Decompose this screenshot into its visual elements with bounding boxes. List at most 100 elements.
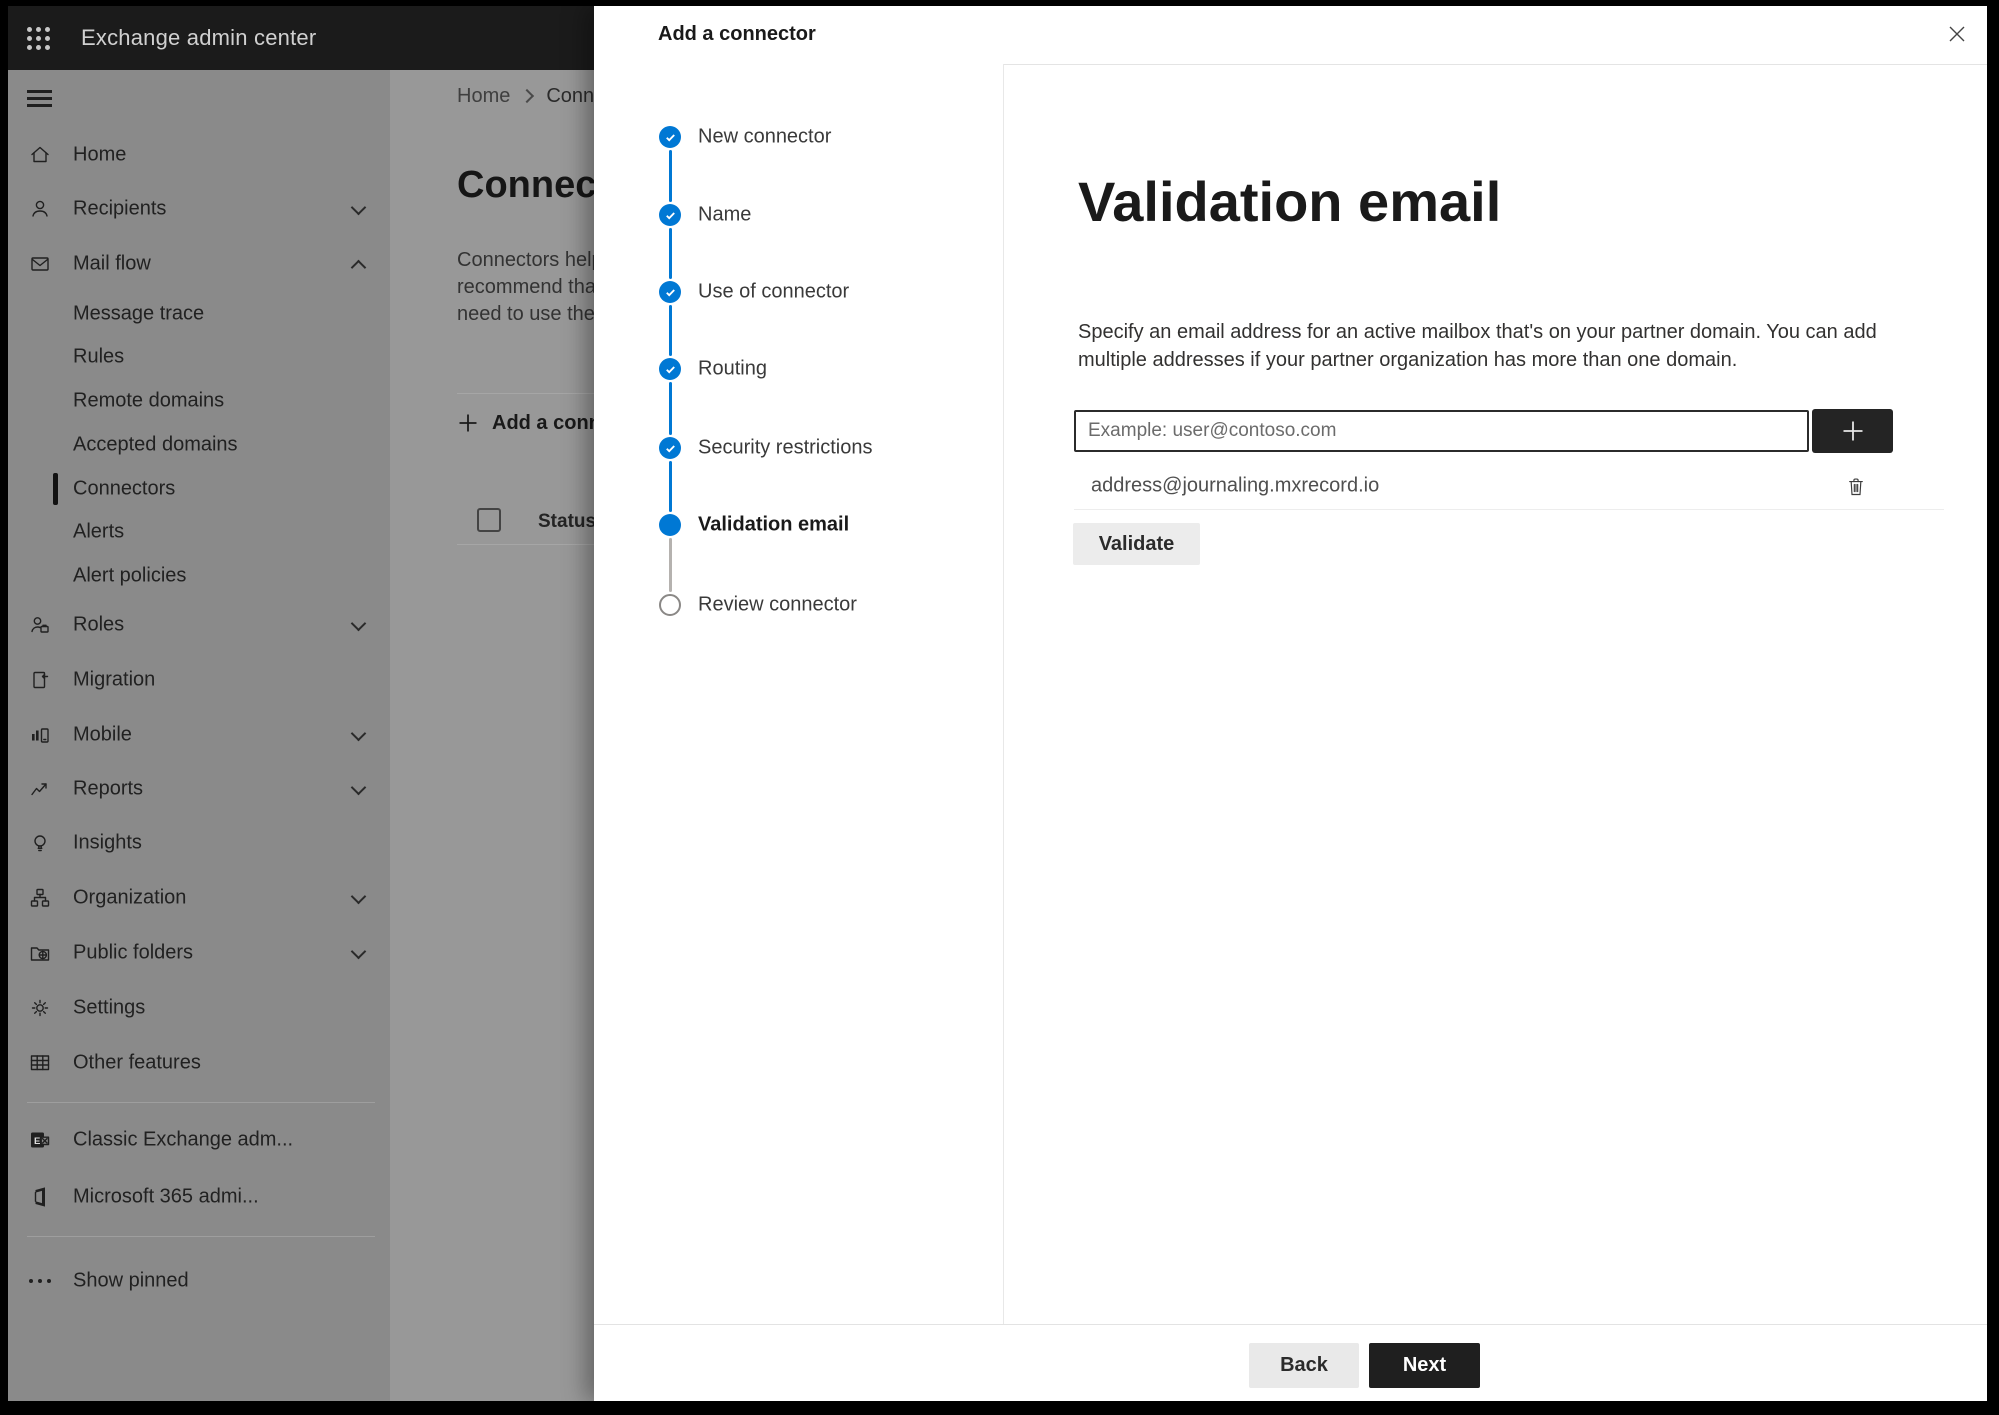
sidebar-item-reports[interactable]: Reports [8, 769, 390, 809]
select-all-checkbox[interactable] [477, 508, 501, 532]
sidebar-item-message-trace[interactable]: Message trace [8, 294, 390, 334]
svg-text:E: E [34, 1136, 40, 1147]
step-label: Routing [698, 357, 767, 380]
wizard-step-name[interactable]: Name [594, 201, 1003, 229]
validate-button[interactable]: Validate [1073, 523, 1200, 565]
sidebar-item-roles[interactable]: Roles [8, 605, 390, 645]
wizard-step-new-connector[interactable]: New connector [594, 123, 1003, 151]
breadcrumb: Home Conne [457, 82, 594, 110]
wizard-step-validation-email[interactable]: Validation email [594, 511, 1003, 539]
add-email-button[interactable] [1812, 409, 1893, 453]
sidebar-item-rules[interactable]: Rules [8, 337, 390, 377]
sidebar-divider [27, 1236, 375, 1237]
step-completed-icon [659, 437, 681, 459]
step-label: Use of connector [698, 280, 850, 303]
sidebar-item-migration[interactable]: Migration [8, 660, 390, 700]
hamburger-menu-icon[interactable] [27, 90, 52, 107]
step-completed-icon [659, 281, 681, 303]
top-app-bar: Exchange admin center [8, 6, 594, 70]
wizard-step-use-of-connector[interactable]: Use of connector [594, 278, 1003, 306]
sidebar-item-accepted-domains[interactable]: Accepted domains [8, 425, 390, 465]
envelope-icon [27, 251, 53, 277]
sidebar-item-home[interactable]: Home [8, 135, 390, 175]
connectors-page-background: Home Conne Connec Connectors help recomm… [390, 70, 594, 1401]
person-icon [27, 196, 53, 222]
sidebar-item-label: Classic Exchange adm... [73, 1128, 294, 1151]
home-icon [27, 142, 53, 168]
exchange-admin-window: Exchange admin center Home Recipients Ma… [8, 6, 1987, 1401]
close-button[interactable] [1942, 19, 1972, 49]
step-completed-icon [659, 358, 681, 380]
sidebar-item-mail-flow[interactable]: Mail flow [8, 244, 390, 284]
folder-globe-icon [27, 940, 53, 966]
panel-footer: Back Next [594, 1324, 1987, 1401]
breadcrumb-current: Conne [546, 84, 594, 107]
sidebar-item-classic-exchange-admin[interactable]: E Classic Exchange adm... [8, 1120, 390, 1160]
sidebar-item-alerts[interactable]: Alerts [8, 512, 390, 552]
sidebar-item-other-features[interactable]: Other features [8, 1043, 390, 1083]
screenshot-frame: Exchange admin center Home Recipients Ma… [0, 0, 1999, 1415]
left-nav-sidebar: Home Recipients Mail flow Message trace … [8, 70, 390, 1401]
breadcrumb-chevron-icon [520, 88, 535, 104]
sidebar-item-show-pinned[interactable]: Show pinned [8, 1261, 390, 1301]
add-connector-button[interactable]: Add a conn [457, 408, 594, 438]
next-button[interactable]: Next [1369, 1343, 1480, 1388]
sidebar-item-public-folders[interactable]: Public folders [8, 933, 390, 973]
status-column-header[interactable]: Status [538, 511, 594, 533]
sidebar-item-label: Other features [73, 1051, 201, 1074]
panel-header: Add a connector [594, 6, 1987, 65]
sidebar-item-label: Roles [73, 613, 125, 636]
microsoft-365-logo-icon [27, 1184, 53, 1210]
sidebar-item-recipients[interactable]: Recipients [8, 189, 390, 229]
add-connector-label: Add a conn [492, 411, 594, 434]
wizard-step-routing[interactable]: Routing [594, 355, 1003, 383]
sidebar-item-alert-policies[interactable]: Alert policies [8, 556, 390, 596]
grid-table-icon [27, 1050, 53, 1076]
sidebar-item-label: Settings [73, 996, 146, 1019]
close-icon [1949, 26, 1965, 42]
wizard-step-review-connector[interactable]: Review connector [594, 591, 1003, 619]
sidebar-item-label: Rules [73, 345, 125, 368]
gear-icon [27, 995, 53, 1021]
sidebar-item-organization[interactable]: Organization [8, 878, 390, 918]
chevron-down-icon [350, 725, 367, 742]
lightbulb-icon [27, 830, 53, 856]
sidebar-item-label: Insights [73, 831, 142, 854]
step-connector-line [668, 461, 672, 512]
sidebar-item-label: Mobile [73, 723, 132, 746]
table-header-divider [457, 544, 594, 545]
classic-exchange-logo-icon: E [27, 1127, 53, 1153]
validation-email-description: Specify an email address for an active m… [1078, 321, 1877, 371]
sidebar-item-label: Reports [73, 777, 144, 800]
sidebar-item-connectors[interactable]: Connectors [8, 469, 390, 509]
wizard-step-security-restrictions[interactable]: Security restrictions [594, 434, 1003, 462]
selected-indicator [53, 473, 58, 505]
sidebar-item-microsoft-365-admin[interactable]: Microsoft 365 admi... [8, 1177, 390, 1217]
breadcrumb-home-link[interactable]: Home [457, 85, 510, 108]
sidebar-item-label: Connectors [73, 477, 176, 500]
app-launcher-waffle-icon[interactable] [27, 26, 50, 50]
sidebar-item-mobile[interactable]: Mobile [8, 715, 390, 755]
chevron-down-icon [350, 943, 367, 960]
sidebar-item-remote-domains[interactable]: Remote domains [8, 381, 390, 421]
sidebar-item-insights[interactable]: Insights [8, 823, 390, 863]
page-description: Connectors help recommend tha need to us… [457, 249, 594, 325]
panel-title: Add a connector [658, 23, 816, 45]
sidebar-item-settings[interactable]: Settings [8, 988, 390, 1028]
sidebar-item-label: Message trace [73, 302, 205, 325]
sidebar-divider [27, 1102, 375, 1103]
sidebar-item-label: Accepted domains [73, 433, 238, 456]
address-value: address@journaling.mxrecord.io [1091, 474, 1380, 497]
step-connector-line [668, 150, 672, 202]
chevron-down-icon [350, 615, 367, 632]
back-button[interactable]: Back [1249, 1343, 1359, 1388]
step-label: Review connector [698, 593, 857, 616]
delete-address-button[interactable] [1840, 471, 1872, 503]
app-title: Exchange admin center [81, 25, 317, 50]
add-connector-panel: Add a connector New connector Name Use o… [594, 6, 1987, 1401]
content-divider [1074, 509, 1944, 510]
sidebar-item-label: Recipients [73, 197, 167, 220]
email-address-input[interactable] [1074, 410, 1809, 452]
step-current-icon [659, 514, 681, 536]
step-label: Security restrictions [698, 436, 873, 459]
